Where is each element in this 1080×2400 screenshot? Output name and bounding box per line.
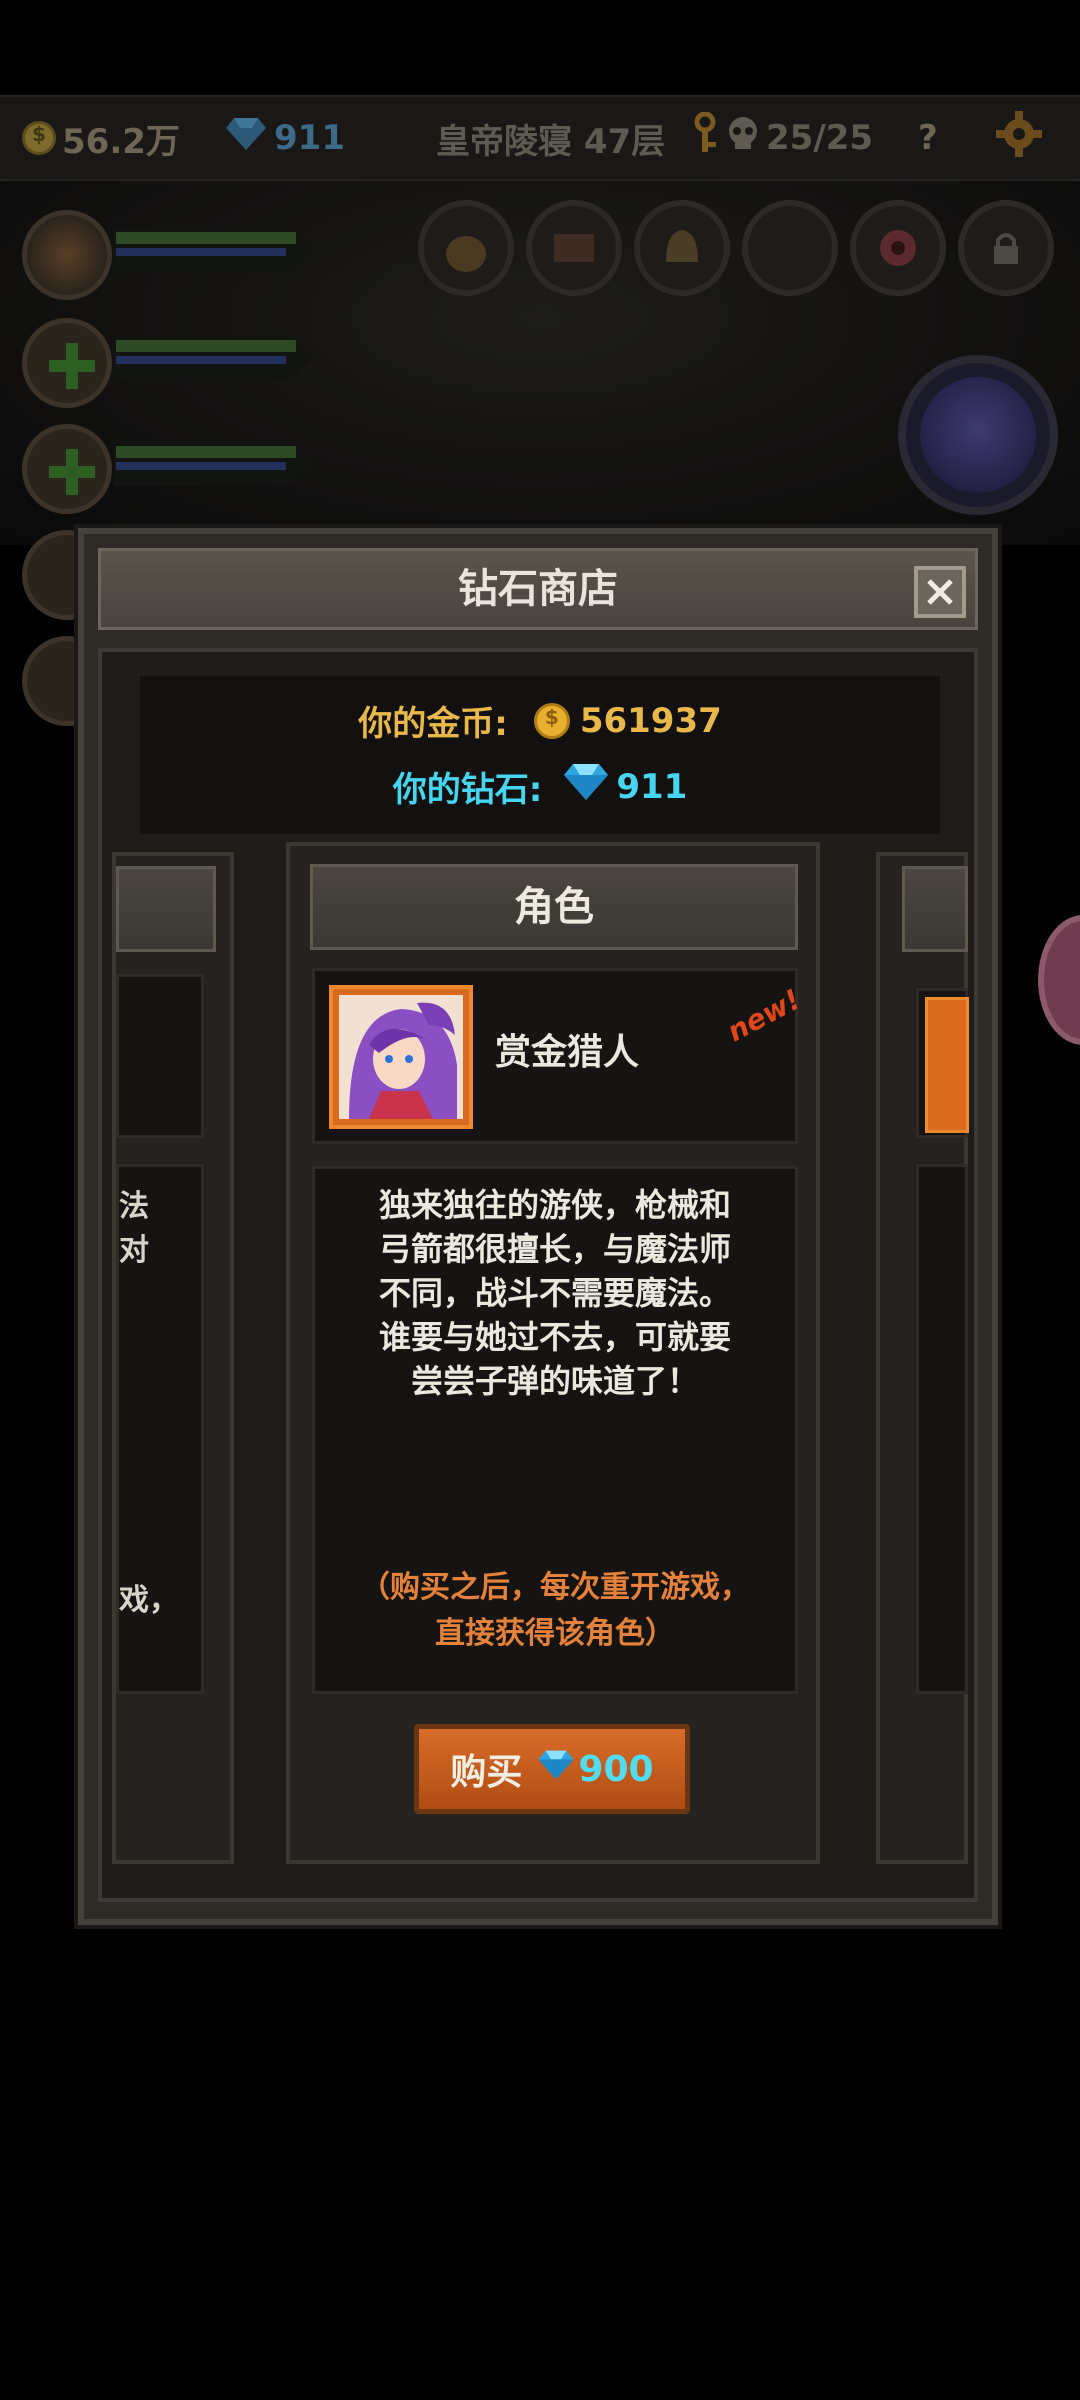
gear-icon bbox=[994, 109, 1044, 168]
pouch-icon bbox=[446, 236, 486, 272]
diamond-amount: 911 bbox=[274, 118, 345, 158]
key-icon bbox=[690, 111, 720, 165]
diamond-counter: 911 bbox=[226, 97, 345, 179]
hero-avatar bbox=[22, 210, 112, 300]
hero-description: 独来独往的游侠，枪械和 弓箭都很擅长，与魔法师 不同，战斗不需要魔法。 谁要与她… bbox=[378, 1186, 731, 1400]
shop-card-bounty-hunter: 角色 赏金猎人 new! 独来独往的游侠，枪械和 弓箭都很擅长，与魔法师 不同，… bbox=[286, 842, 820, 1864]
diamond-icon bbox=[538, 1749, 575, 1790]
dialog-title: 钻石商店 bbox=[458, 566, 618, 612]
diamond-value: 911 bbox=[616, 766, 688, 807]
gold-coin-icon bbox=[533, 702, 570, 739]
heal-plus-icon bbox=[49, 343, 95, 389]
item-slot-book[interactable] bbox=[526, 200, 622, 296]
kill-counter: 25/25 bbox=[690, 97, 873, 179]
diamond-icon bbox=[564, 762, 609, 811]
gold-row: 你的金币: 561937 bbox=[140, 696, 940, 745]
floor-label: 皇帝陵寝 47层 bbox=[436, 121, 666, 162]
diamond-icon bbox=[226, 116, 266, 161]
mp-bar bbox=[116, 248, 286, 256]
hero-slot-3[interactable] bbox=[22, 424, 322, 514]
next-card-portrait bbox=[925, 997, 969, 1133]
kill-count: 25/25 bbox=[766, 118, 874, 158]
eye-icon bbox=[880, 230, 916, 266]
hero-portrait bbox=[329, 985, 473, 1129]
hero-info-panel: 赏金猎人 new! bbox=[312, 968, 806, 1144]
hp-bar bbox=[116, 446, 296, 458]
item-slot-eye[interactable] bbox=[850, 200, 946, 296]
coin-icon bbox=[22, 121, 56, 155]
heal-plus-icon bbox=[49, 449, 95, 495]
shop-card-next[interactable] bbox=[876, 852, 969, 1864]
book-icon bbox=[554, 234, 594, 262]
item-slot-pouch[interactable] bbox=[418, 200, 514, 296]
item-slot-empty[interactable] bbox=[742, 200, 838, 296]
boss-portrait[interactable] bbox=[898, 355, 1058, 515]
close-icon bbox=[927, 579, 953, 605]
settings-button[interactable] bbox=[994, 97, 1044, 179]
purchase-note: （购买之后，每次重开游戏， 直接获得该角色） bbox=[360, 1570, 750, 1651]
item-slot-locked[interactable] bbox=[958, 200, 1054, 296]
mp-bar bbox=[116, 356, 286, 364]
buy-price: 900 bbox=[578, 1748, 654, 1790]
lock-icon bbox=[994, 233, 1018, 264]
currency-info: 你的金币: 561937 你的钻石: 911 bbox=[140, 676, 940, 834]
previous-card-note: 戏， bbox=[119, 1583, 179, 1618]
bounty-hunter-portrait bbox=[339, 995, 463, 1119]
gold-counter: 56.2万 bbox=[22, 97, 180, 179]
hp-bar bbox=[116, 340, 296, 352]
gold-amount: 56.2万 bbox=[62, 121, 180, 162]
previous-card-description: 法 对 bbox=[119, 1189, 149, 1268]
diamond-label: 你的钻石: bbox=[392, 770, 543, 810]
help-button[interactable]: ? bbox=[918, 97, 938, 179]
hero-avatar bbox=[22, 318, 112, 408]
item-slot-bell[interactable] bbox=[634, 200, 730, 296]
buy-label: 购买 bbox=[450, 1752, 523, 1793]
hero-name: 赏金猎人 bbox=[495, 1032, 640, 1073]
new-badge: new! bbox=[721, 982, 806, 1049]
gold-value: 561937 bbox=[579, 700, 722, 741]
dialog-titlebar: 钻石商店 bbox=[98, 548, 978, 630]
description-panel: 独来独往的游侠，枪械和 弓箭都很擅长，与魔法师 不同，战斗不需要魔法。 谁要与她… bbox=[312, 1166, 798, 1694]
mp-bar bbox=[116, 462, 286, 470]
hero-slot-2[interactable] bbox=[22, 318, 322, 408]
close-button[interactable] bbox=[914, 566, 966, 618]
card-header: 角色 bbox=[310, 864, 798, 950]
bell-icon bbox=[666, 230, 698, 262]
skull-icon bbox=[724, 115, 762, 162]
hero-avatar bbox=[22, 424, 112, 514]
buy-button[interactable]: 购买 900 bbox=[414, 1724, 690, 1814]
hero-slot-1[interactable] bbox=[22, 210, 322, 300]
card-category: 角色 bbox=[514, 884, 594, 930]
diamond-row: 你的钻石: 911 bbox=[140, 762, 940, 811]
hp-bar bbox=[116, 232, 296, 244]
gold-label: 你的金币: bbox=[358, 704, 508, 744]
shop-card-previous[interactable]: 法 对 戏， bbox=[112, 852, 234, 1864]
status-bar: 56.2万 911 皇帝陵寝 47层 25/25 ? bbox=[0, 95, 1080, 181]
